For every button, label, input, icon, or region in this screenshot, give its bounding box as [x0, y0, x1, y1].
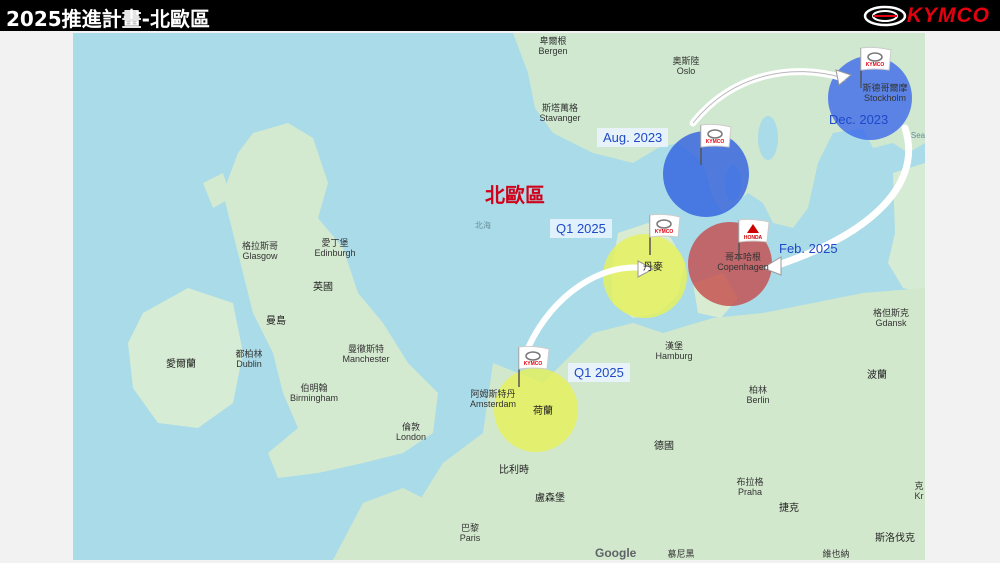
label-denmark: 丹麥 [643, 262, 663, 273]
label-belgium: 比利時 [499, 465, 529, 476]
label-berlin: 柏林 Berlin [746, 385, 770, 405]
callout-q1-2025-denmark: Q1 2025 [550, 219, 612, 238]
label-edinburgh: 愛丁堡 Edinburgh [314, 238, 356, 258]
label-ireland: 愛爾蘭 [166, 359, 196, 370]
svg-text:KYMCO: KYMCO [655, 229, 674, 235]
label-kr: 克 Kr [914, 481, 924, 501]
honda-flag-icon: HONDA [738, 218, 770, 260]
label-oslo: 奧斯陸 Oslo [672, 56, 700, 76]
label-sea: Sea [910, 131, 925, 140]
svg-text:HONDA: HONDA [744, 235, 763, 241]
label-dublin: 都柏林 Dublin [235, 349, 263, 369]
label-slovakia: 斯洛伐克 [875, 533, 915, 544]
label-london: 倫敦 London [395, 422, 427, 442]
label-vienna: 維也納 [822, 549, 850, 559]
svg-text:KYMCO: KYMCO [866, 62, 885, 68]
label-amsterdam: 阿姆斯特丹 Amsterdam [469, 389, 517, 409]
kymco-flag-icon: KYMCO [649, 213, 681, 255]
label-czech: 捷克 [779, 503, 799, 514]
kymco-flag-icon: KYMCO [518, 345, 550, 387]
label-prague: 布拉格 Praha [736, 477, 764, 497]
kymco-flag-icon: KYMCO [860, 46, 892, 88]
title-bar: 2025推進計畫-北歐區 KYMCO [0, 0, 1000, 31]
google-logo: Google [595, 546, 637, 560]
kymco-logo-text: KYMCO [906, 4, 990, 27]
label-poland: 波蘭 [867, 370, 887, 381]
callout-aug-2023: Aug. 2023 [597, 128, 669, 147]
label-netherlands: 荷蘭 [533, 406, 553, 417]
label-manchester: 曼徹斯特 Manchester [342, 344, 390, 364]
kymco-emblem-icon [863, 5, 907, 27]
label-paris: 巴黎 Paris [459, 523, 481, 543]
label-bergen: 卑爾根 Bergen [538, 36, 568, 56]
callout-q1-2025-netherlands: Q1 2025 [568, 363, 630, 382]
label-munich: 慕尼黑 [667, 549, 695, 559]
label-north-sea: 北海 [475, 221, 491, 230]
kymco-logo: KYMCO [863, 4, 990, 28]
label-hamburg: 漢堡 Hamburg [655, 341, 693, 361]
region-title: 北歐區 [485, 183, 545, 207]
svg-text:KYMCO: KYMCO [706, 139, 725, 145]
map-base [73, 33, 925, 560]
slide-title: 2025推進計畫-北歐區 [6, 7, 210, 31]
callout-dec-2023: Dec. 2023 [829, 112, 889, 127]
label-stavanger: 斯塔萬格 Stavanger [539, 103, 581, 123]
label-glasgow: 格拉斯哥 Glasgow [241, 241, 279, 261]
callout-feb-2025: Feb. 2025 [779, 241, 838, 256]
label-uk: 英國 [313, 282, 333, 293]
label-luxembourg: 盧森堡 [535, 493, 565, 504]
svg-text:KYMCO: KYMCO [524, 361, 543, 367]
label-gdansk: 格但斯克 Gdansk [872, 308, 910, 328]
label-birmingham: 伯明翰 Birmingham [289, 383, 339, 403]
kymco-flag-icon: KYMCO [700, 123, 732, 165]
map[interactable]: 卑爾根 Bergen 奧斯陸 Oslo 斯塔萬格 Stavanger 斯德哥爾摩… [73, 33, 925, 560]
label-germany: 德國 [654, 441, 674, 452]
label-isle-of-man: 曼島 [266, 316, 286, 327]
